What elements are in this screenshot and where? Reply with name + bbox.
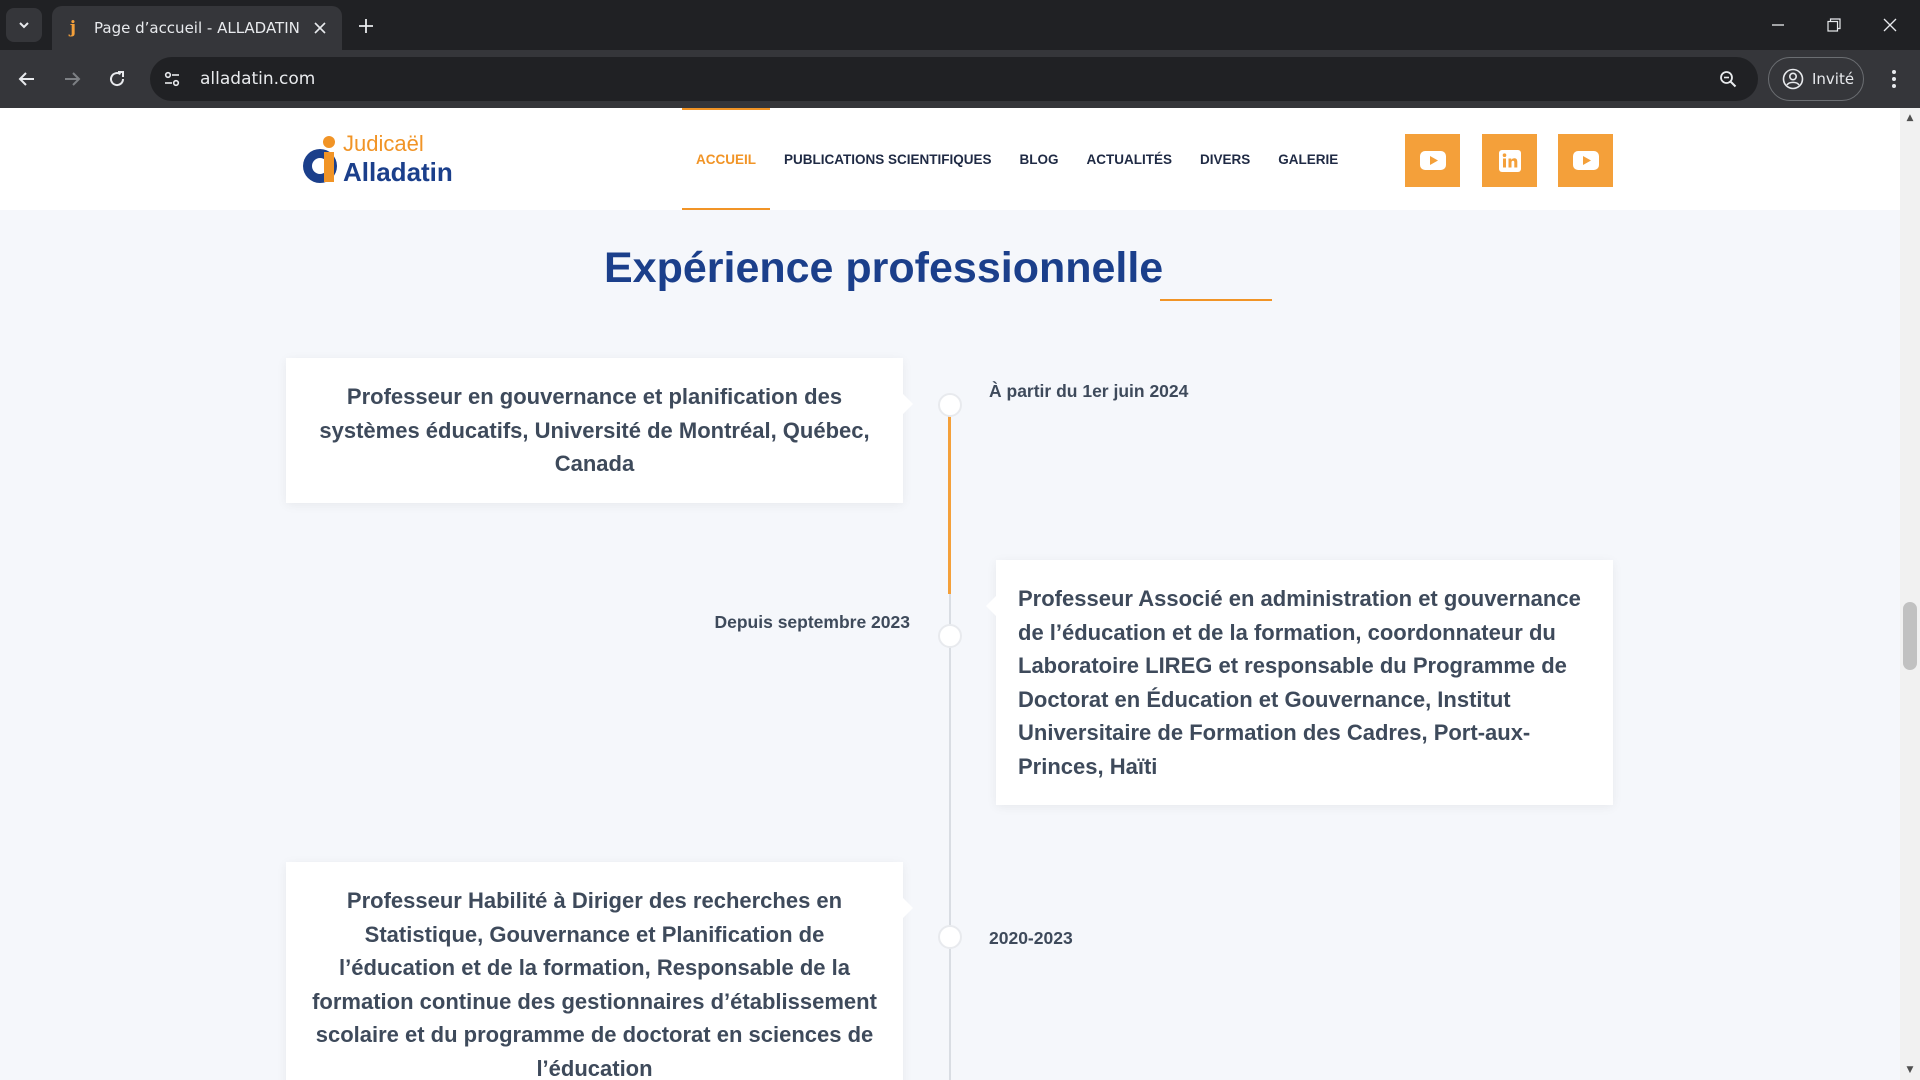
tab-search-button[interactable] xyxy=(6,8,42,42)
logo-first-name: Judicaël xyxy=(343,131,424,156)
profile-label: Invité xyxy=(1812,70,1855,88)
timeline-card: Professeur Habilité à Diriger des recher… xyxy=(286,862,913,1080)
restore-button[interactable] xyxy=(1806,0,1862,50)
timeline-dot xyxy=(938,393,962,417)
site-header: Judicaël Alladatin ACCUEIL PUBLICATIONS … xyxy=(0,108,1900,210)
nav-item-divers[interactable]: DIVERS xyxy=(1186,108,1264,210)
close-tab-icon[interactable] xyxy=(310,18,330,38)
scroll-up-icon[interactable]: ▲ xyxy=(1900,110,1920,126)
minimize-icon xyxy=(1772,24,1784,26)
logo-mark-icon xyxy=(303,136,337,183)
browser-toolbar: alladatin.com Invité xyxy=(0,50,1920,108)
tab-title: Page d’accueil - ALLADATIN xyxy=(94,19,300,37)
browser-tab-strip: j Page d’accueil - ALLADATIN xyxy=(0,0,1920,50)
arrow-left-icon xyxy=(18,72,34,86)
timeline-progress-line xyxy=(948,404,951,594)
restore-icon xyxy=(1827,18,1841,32)
logo-last-name: Alladatin xyxy=(343,157,453,187)
nav-item-actualites[interactable]: ACTUALITÉS xyxy=(1073,108,1187,210)
site-favicon-icon: j xyxy=(69,18,77,38)
timeline-card-text: Professeur Associé en administration et … xyxy=(1018,586,1581,779)
nav-item-accueil[interactable]: ACCUEIL xyxy=(682,108,770,210)
page-viewport: Judicaël Alladatin ACCUEIL PUBLICATIONS … xyxy=(0,108,1920,1080)
close-icon xyxy=(1883,18,1897,32)
site-logo[interactable]: Judicaël Alladatin xyxy=(298,128,458,192)
profile-button[interactable]: Invité xyxy=(1768,57,1864,101)
social-linkedin-button[interactable] xyxy=(1482,134,1537,187)
social-youtube-button-2[interactable] xyxy=(1558,134,1613,187)
timeline-dot xyxy=(938,925,962,949)
plus-icon xyxy=(359,19,373,33)
timeline-date: À partir du 1er juin 2024 xyxy=(989,381,1189,401)
scroll-down-icon[interactable]: ▼ xyxy=(1900,1062,1920,1078)
profile-icon xyxy=(1782,68,1804,90)
arrow-right-icon xyxy=(65,72,81,86)
more-vertical-icon xyxy=(1892,70,1896,88)
nav-item-blog[interactable]: BLOG xyxy=(1006,108,1073,210)
forward-button[interactable] xyxy=(54,61,90,97)
page-scrollbar[interactable]: ▲ ▼ xyxy=(1900,108,1920,1080)
browser-tab[interactable]: j Page d’accueil - ALLADATIN xyxy=(52,6,342,50)
minimize-button[interactable] xyxy=(1750,0,1806,50)
timeline-card-text: Professeur Habilité à Diriger des recher… xyxy=(312,888,877,1080)
chevron-down-icon xyxy=(19,22,29,29)
youtube-icon xyxy=(1572,151,1599,170)
youtube-icon xyxy=(1419,151,1446,170)
reload-button[interactable] xyxy=(99,61,135,97)
nav-item-galerie[interactable]: GALERIE xyxy=(1264,108,1352,210)
timeline-card-text: Professeur en gouvernance et planificati… xyxy=(319,384,870,476)
timeline-date: Depuis septembre 2023 xyxy=(714,612,910,632)
timeline-dot xyxy=(938,624,962,648)
social-youtube-button[interactable] xyxy=(1405,134,1460,187)
scrollbar-thumb[interactable] xyxy=(1903,602,1917,670)
main-navigation: ACCUEIL PUBLICATIONS SCIENTIFIQUES BLOG … xyxy=(682,108,1352,210)
timeline-card: Professeur Associé en administration et … xyxy=(986,560,1613,805)
reload-icon xyxy=(110,71,125,87)
section-title: Expérience professionnelle xyxy=(604,244,1164,292)
timeline-date: 2020-2023 xyxy=(989,928,1073,948)
browser-menu-button[interactable] xyxy=(1876,61,1912,97)
close-window-button[interactable] xyxy=(1862,0,1918,50)
linkedin-icon xyxy=(1498,149,1521,172)
address-bar[interactable]: alladatin.com xyxy=(150,57,1758,101)
timeline-card: Professeur en gouvernance et planificati… xyxy=(286,358,913,503)
new-tab-button[interactable] xyxy=(352,12,380,40)
url-text: alladatin.com xyxy=(200,69,316,89)
zoom-icon[interactable] xyxy=(1710,61,1746,97)
nav-item-publications[interactable]: PUBLICATIONS SCIENTIFIQUES xyxy=(770,108,1006,210)
title-underline xyxy=(1160,299,1272,301)
site-info-icon[interactable] xyxy=(154,61,190,97)
back-button[interactable] xyxy=(9,61,45,97)
